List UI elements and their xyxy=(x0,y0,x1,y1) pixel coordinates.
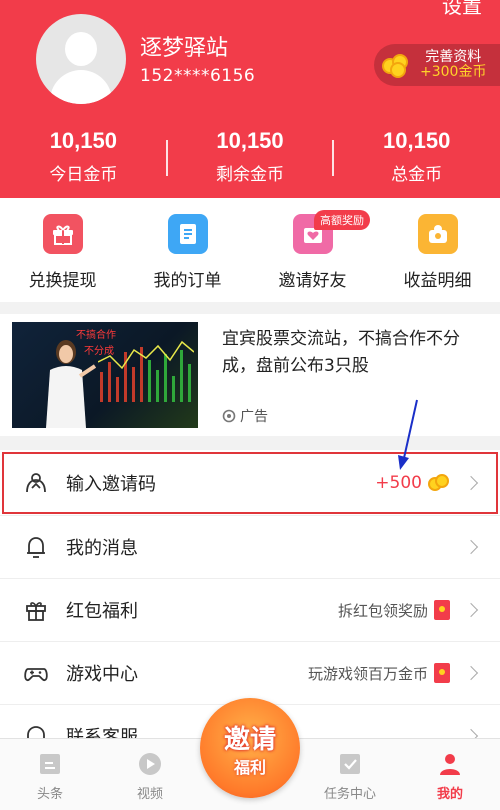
list-item-label: 我的消息 xyxy=(66,538,138,559)
stat-label: 总金币 xyxy=(391,165,443,185)
nav-label: 头条 xyxy=(36,787,63,802)
nav-label: 我的 xyxy=(436,787,463,802)
ad-label: 广告 xyxy=(222,406,268,426)
chevron-right-icon xyxy=(463,665,479,681)
task-icon xyxy=(340,754,360,774)
red-envelope-icon xyxy=(434,663,450,683)
invite-welfare-float-button[interactable]: 邀请 福利 xyxy=(200,698,300,798)
nav-item-video[interactable]: 视频 xyxy=(100,739,200,810)
list-item-label: 输入邀请码 xyxy=(66,473,156,495)
quick-action-orders[interactable]: 我的订单 xyxy=(125,198,250,302)
complete-profile-button[interactable]: 完善资料 +300金币 xyxy=(374,44,500,86)
quick-action-label: 邀请好友 xyxy=(278,271,347,291)
list-item-invite-code[interactable]: 输入邀请码 +500 xyxy=(0,450,500,516)
stat-label: 今日金币 xyxy=(49,165,118,185)
float-button-line1: 邀请 xyxy=(223,724,276,755)
gift-icon xyxy=(42,214,83,254)
quick-actions: 兑换提现 我的订单 高额奖励 邀请好友 收益明细 xyxy=(0,198,500,302)
avatar[interactable] xyxy=(36,14,126,104)
chevron-right-icon xyxy=(463,539,479,555)
ad-card[interactable]: 不搞合作 不分成 宜宾股票交流站，不搞合作不分成，盘前公布3只股 广告 xyxy=(0,314,500,436)
settings-button[interactable]: 设置 xyxy=(442,0,482,19)
video-icon xyxy=(139,753,161,775)
invite-code-icon xyxy=(22,469,50,497)
chevron-right-icon xyxy=(463,602,479,618)
avatar-body-shape xyxy=(50,70,112,104)
list-item-hint: 拆红包领奖励 xyxy=(337,601,428,620)
list-item-red-packet[interactable]: 红包福利 拆红包领奖励 xyxy=(0,579,500,642)
coin-icon xyxy=(428,473,450,492)
news-icon xyxy=(40,754,60,774)
phone-number: 152****6156 xyxy=(140,66,256,86)
list-item-messages[interactable]: 我的消息 xyxy=(0,516,500,579)
quick-action-label: 收益明细 xyxy=(403,271,472,291)
complete-profile-reward: +300金币 xyxy=(420,64,487,80)
quick-action-label: 兑换提现 xyxy=(28,271,97,291)
ad-image: 不搞合作 不分成 xyxy=(12,322,198,428)
profile-icon xyxy=(440,754,460,775)
ad-image-text: 不搞合作 xyxy=(76,330,116,341)
profile-header: 设置 逐梦驿站 152****6156 完善资料 +300金币 10,150 今… xyxy=(0,0,500,198)
ad-title: 宜宾股票交流站，不搞合作不分成，盘前公布3只股 xyxy=(222,329,460,376)
quick-action-earnings[interactable]: 收益明细 xyxy=(375,198,500,302)
order-icon xyxy=(167,214,208,254)
nav-item-tasks[interactable]: 任务中心 xyxy=(300,739,400,810)
stat-value: 10,150 xyxy=(216,128,284,153)
stat-value: 10,150 xyxy=(383,128,451,153)
invite-code-reward: +500 xyxy=(375,472,422,493)
bell-icon xyxy=(22,533,50,561)
ad-label-text: 广告 xyxy=(240,409,268,425)
stat-remaining-coins[interactable]: 10,150 剩余金币 xyxy=(167,128,334,190)
stat-value: 10,150 xyxy=(49,128,117,153)
nav-label: 视频 xyxy=(136,787,163,802)
float-button-line2: 福利 xyxy=(233,757,266,777)
nav-item-news[interactable]: 头条 xyxy=(0,739,100,810)
ad-logo-icon xyxy=(222,409,236,423)
stat-total-coins[interactable]: 10,150 总金币 xyxy=(333,128,500,190)
avatar-head-shape xyxy=(65,32,97,66)
red-envelope-icon xyxy=(434,600,450,620)
gift-box-icon xyxy=(22,596,50,624)
high-reward-badge: 高额奖励 xyxy=(314,210,370,230)
username: 逐梦驿站 xyxy=(140,36,229,61)
gamepad-icon xyxy=(22,659,50,687)
stat-divider xyxy=(166,140,168,176)
ad-image-text: 不分成 xyxy=(84,346,114,357)
chevron-right-icon xyxy=(463,475,479,490)
quick-action-withdraw[interactable]: 兑换提现 xyxy=(0,198,125,302)
nav-item-profile[interactable]: 我的 xyxy=(400,739,500,810)
coin-stats: 10,150 今日金币 10,150 剩余金币 10,150 总金币 xyxy=(0,128,500,190)
quick-action-invite[interactable]: 高额奖励 邀请好友 xyxy=(250,198,375,302)
wallet-icon xyxy=(417,214,458,254)
nav-label: 任务中心 xyxy=(323,787,376,802)
quick-action-label: 我的订单 xyxy=(153,271,222,291)
complete-profile-label: 完善资料 xyxy=(425,48,482,65)
stat-divider xyxy=(332,140,334,176)
list-item-label: 游戏中心 xyxy=(66,664,138,685)
list-item-game-center[interactable]: 游戏中心 玩游戏领百万金币 xyxy=(0,642,500,705)
coin-icon xyxy=(382,54,412,78)
list-item-hint: 玩游戏领百万金币 xyxy=(307,664,428,683)
stat-label: 剩余金币 xyxy=(216,165,284,185)
list-item-label: 红包福利 xyxy=(66,601,138,622)
stat-today-coins[interactable]: 10,150 今日金币 xyxy=(0,128,167,190)
